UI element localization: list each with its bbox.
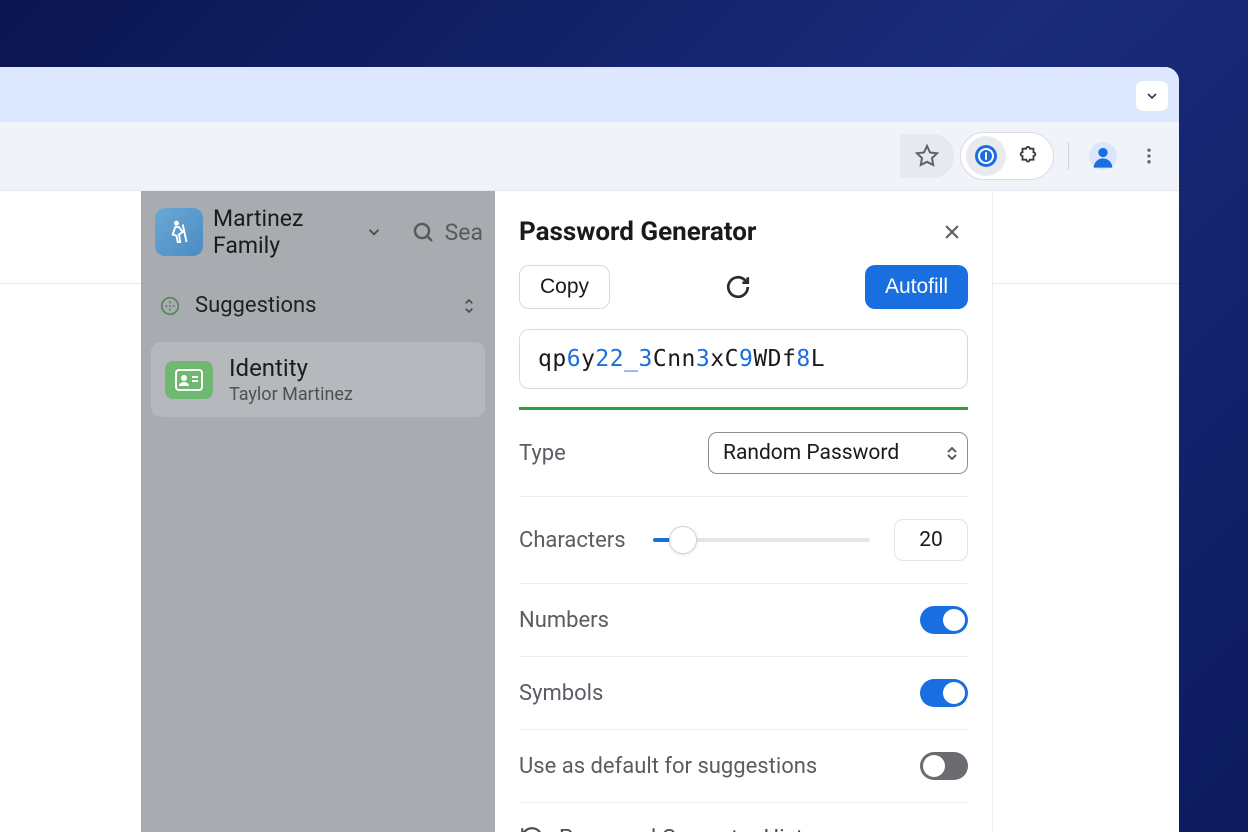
history-label: Password Generator History xyxy=(559,826,940,832)
characters-value[interactable]: 20 xyxy=(894,519,968,561)
close-icon xyxy=(942,222,962,242)
type-row: Type Random Password xyxy=(519,410,968,496)
generator-header: Password Generator xyxy=(495,191,992,265)
search-icon xyxy=(411,220,435,244)
numbers-label: Numbers xyxy=(519,608,629,633)
generator-title: Password Generator xyxy=(519,217,938,247)
generated-password-field[interactable]: qp6y22_3Cnn3xC9WDf8L xyxy=(519,329,968,389)
select-caret-icon xyxy=(947,447,957,460)
vault-avatar[interactable] xyxy=(155,208,203,256)
bookmark-button[interactable] xyxy=(900,134,954,178)
onepassword-extension-button[interactable] xyxy=(966,136,1006,176)
identity-subtitle: Taylor Martinez xyxy=(229,384,353,405)
identity-text: Identity Taylor Martinez xyxy=(229,354,353,405)
default-label: Use as default for suggestions xyxy=(519,754,817,779)
puzzle-icon xyxy=(1017,145,1039,167)
numbers-row: Numbers xyxy=(519,583,968,656)
password-generator-panel: Password Generator Copy Autofill qp6y22_… xyxy=(495,191,993,832)
symbols-label: Symbols xyxy=(519,681,629,706)
vault-header: Martinez Family Sea xyxy=(141,191,495,277)
onepassword-icon xyxy=(974,144,998,168)
copy-button[interactable]: Copy xyxy=(519,265,610,309)
history-icon xyxy=(519,825,545,832)
tab-strip xyxy=(0,67,1179,122)
extensions-button[interactable] xyxy=(1008,136,1048,176)
close-button[interactable] xyxy=(938,218,966,246)
chevron-down-icon xyxy=(1144,88,1160,104)
page-content: Martinez Family Sea Suggestions Identity xyxy=(0,191,1179,832)
chevron-right-icon xyxy=(954,827,968,832)
symbols-toggle[interactable] xyxy=(920,679,968,707)
regenerate-button[interactable] xyxy=(718,267,758,307)
numbers-toggle[interactable] xyxy=(920,606,968,634)
kebab-icon xyxy=(1139,146,1159,166)
refresh-icon xyxy=(725,274,751,300)
star-icon xyxy=(915,144,939,168)
characters-row: Characters 20 xyxy=(519,496,968,583)
symbols-row: Symbols xyxy=(519,656,968,729)
identity-icon xyxy=(165,361,213,399)
search-placeholder: Sea xyxy=(445,219,483,246)
type-select[interactable]: Random Password xyxy=(708,432,968,474)
toolbar-divider xyxy=(1068,142,1069,170)
characters-slider[interactable] xyxy=(653,538,870,542)
suggestions-label: Suggestions xyxy=(195,293,447,318)
sparkle-icon xyxy=(159,295,181,317)
identity-item[interactable]: Identity Taylor Martinez xyxy=(151,342,485,417)
onepassword-popup-background: Martinez Family Sea Suggestions Identity xyxy=(141,191,495,832)
generator-actions: Copy Autofill xyxy=(495,265,992,309)
browser-window: Martinez Family Sea Suggestions Identity xyxy=(0,67,1179,832)
suggestions-section[interactable]: Suggestions xyxy=(141,277,495,334)
chevron-down-icon[interactable] xyxy=(365,223,383,241)
sort-icon[interactable] xyxy=(461,296,477,316)
identity-title: Identity xyxy=(229,354,353,382)
characters-label: Characters xyxy=(519,528,629,553)
default-toggle[interactable] xyxy=(920,752,968,780)
profile-avatar-icon xyxy=(1089,142,1117,170)
extensions-group xyxy=(960,132,1054,180)
autofill-button[interactable]: Autofill xyxy=(865,265,968,309)
vault-name[interactable]: Martinez Family xyxy=(213,205,355,259)
profile-button[interactable] xyxy=(1083,136,1123,176)
tab-search-button[interactable] xyxy=(1136,81,1168,111)
history-row[interactable]: Password Generator History xyxy=(519,802,968,832)
type-value: Random Password xyxy=(723,441,899,465)
search-area[interactable]: Sea xyxy=(411,219,483,246)
slider-thumb[interactable] xyxy=(669,526,697,554)
type-label: Type xyxy=(519,441,629,466)
browser-menu-button[interactable] xyxy=(1129,136,1169,176)
default-row: Use as default for suggestions xyxy=(519,729,968,802)
browser-toolbar xyxy=(0,122,1179,191)
hiker-icon xyxy=(164,217,194,247)
